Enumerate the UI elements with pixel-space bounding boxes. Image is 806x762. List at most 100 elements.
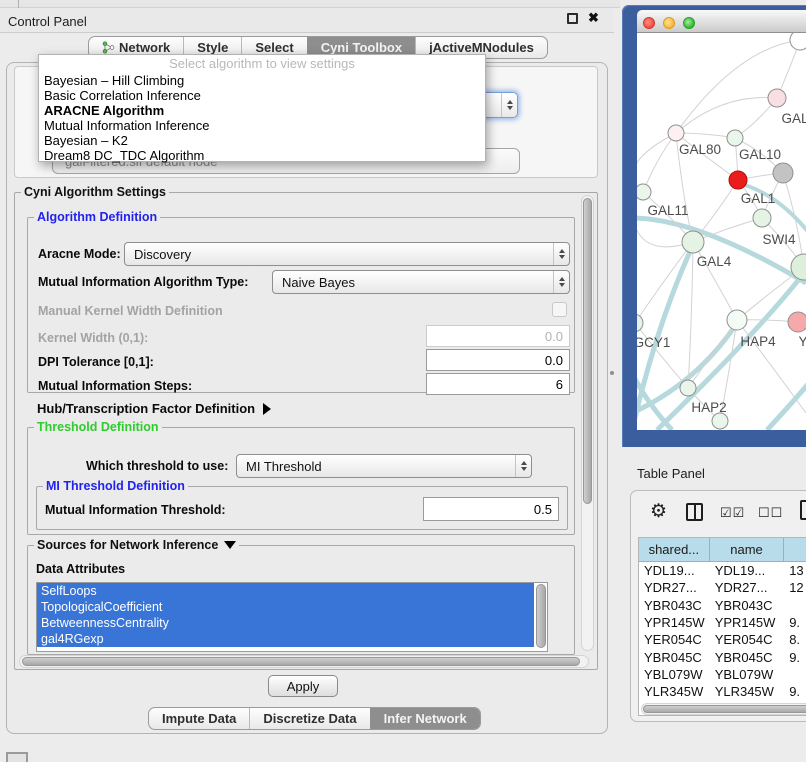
network-node[interactable] (773, 163, 793, 183)
select-all-checkboxes-icon[interactable]: ☑☑ (720, 505, 745, 521)
splitpane-handle[interactable] (610, 371, 614, 375)
network-node-gal[interactable] (768, 89, 786, 107)
algorithm-option[interactable]: Bayesian – Hill Climbing (39, 73, 485, 88)
apply-button[interactable]: Apply (268, 675, 338, 697)
network-node-gal11[interactable] (637, 184, 651, 200)
table-row[interactable]: YER054CYER054C8. (639, 631, 806, 648)
tab-label: Style (197, 40, 228, 55)
data-attributes-list[interactable]: SelfLoopsTopologicalCoefficientBetweenne… (36, 582, 548, 652)
network-node-hap2[interactable] (680, 380, 696, 396)
application-window: Control Panel ✖ NetworkStyleSelectCyni T… (0, 0, 806, 762)
network-node-y[interactable] (788, 312, 806, 332)
algorithm-option[interactable]: Basic Correlation Inference (39, 88, 485, 103)
table-column-header[interactable]: name (710, 538, 785, 562)
network-node-label: GAL10 (739, 147, 781, 162)
hub-tf-label: Hub/Transcription Factor Definition (37, 401, 255, 416)
network-node-gal4[interactable] (682, 231, 704, 253)
network-node-gal1[interactable] (729, 171, 747, 189)
network-node[interactable] (790, 33, 806, 50)
close-panel-icon[interactable]: ✖ (588, 10, 599, 26)
tab-label: Cyni Toolbox (321, 40, 402, 55)
which-threshold-combo[interactable]: MI Threshold (236, 454, 532, 478)
table-cell: YDL19... (710, 562, 785, 579)
close-window-icon[interactable] (643, 17, 655, 29)
table-cell: 9. (784, 614, 806, 631)
sources-group: Sources for Network Inference Data Attri… (27, 545, 575, 655)
node-table[interactable]: shared...name YDL19...YDL19...13YDR27...… (638, 537, 806, 716)
table-cell: 9. (784, 648, 806, 665)
hub-tf-expander[interactable]: Hub/Transcription Factor Definition (37, 401, 271, 416)
network-node-gal10[interactable] (727, 130, 743, 146)
algorithm-option[interactable]: Bayesian – K2 (39, 133, 485, 148)
tab-infer-network[interactable]: Infer Network (370, 708, 480, 729)
table-column-header[interactable] (784, 538, 806, 562)
table-row[interactable]: YPR145WYPR145W9. (639, 614, 806, 631)
table-cell: 12 (784, 579, 806, 596)
mi-threshold-field[interactable]: 0.5 (423, 497, 559, 521)
attr-list-scrollbar[interactable] (536, 584, 546, 648)
settings-vscrollbar-thumb[interactable] (583, 198, 592, 504)
mi-algorithm-type-value: Naive Bayes (273, 275, 553, 290)
algorithm-option[interactable]: Mutual Information Inference (39, 118, 485, 133)
table-row[interactable]: YBL079WYBL079W (639, 666, 806, 683)
dpi-tolerance-field[interactable]: 0.0 (426, 349, 570, 371)
network-node[interactable] (712, 413, 728, 429)
network-node-label: GCY1 (637, 335, 670, 350)
table-hscrollbar-thumb[interactable] (643, 705, 806, 713)
network-node-gal80[interactable] (668, 125, 684, 141)
table-hscrollbar-track[interactable] (641, 703, 806, 715)
kernel-width-field[interactable]: 0.0 (426, 325, 570, 347)
network-node-label: GAL1 (741, 191, 776, 206)
table-row[interactable]: YDL19...YDL19...13 (639, 562, 806, 579)
mi-threshold-value: 0.5 (534, 502, 552, 517)
network-node-hap4[interactable] (727, 310, 747, 330)
algorithm-popup-list: Bayesian – Hill ClimbingBasic Correlatio… (39, 73, 485, 163)
tab-discretize-data[interactable]: Discretize Data (249, 708, 369, 729)
columns-icon[interactable] (686, 503, 703, 521)
data-attribute-item[interactable]: TopologicalCoefficient (37, 599, 534, 615)
table-row[interactable]: YDR27...YDR27...12 (639, 579, 806, 596)
network-view-canvas[interactable]: GALGAL80GAL10GAL1GAL11SWI4GAL4GCY1HAP4YH… (637, 33, 806, 430)
tab-impute-data[interactable]: Impute Data (149, 708, 249, 729)
data-attribute-item[interactable]: BetweennessCentrality (37, 615, 534, 631)
table-row[interactable]: YBR045CYBR045C9. (639, 648, 806, 665)
algorithm-option[interactable]: ARACNE Algorithm (39, 103, 485, 118)
sources-group-title: Sources for Network Inference (34, 538, 239, 552)
aracne-mode-combo[interactable]: Discovery (124, 242, 570, 266)
gear-icon[interactable]: ⚙ (650, 500, 667, 523)
mi-threshold-label: Mutual Information Threshold: (45, 503, 226, 517)
network-node-label: GAL11 (647, 203, 688, 218)
network-icon (102, 41, 115, 54)
mi-steps-field[interactable]: 6 (426, 373, 570, 395)
maximize-window-icon[interactable] (683, 17, 695, 29)
data-attribute-item[interactable]: SelfLoops (37, 583, 534, 599)
settings-hscrollbar-thumb[interactable] (22, 657, 580, 666)
tab-label: Select (255, 40, 293, 55)
table-cell: YLR345W (639, 683, 710, 700)
mi-algorithm-type-combo[interactable]: Naive Bayes (272, 270, 570, 294)
table-column-header[interactable]: shared... (639, 538, 710, 562)
control-panel-title: Control Panel (8, 14, 87, 29)
table-cell: YBR045C (710, 648, 785, 665)
float-panel-icon[interactable] (567, 13, 578, 24)
top-strip (0, 0, 620, 8)
manual-kernel-width-checkbox[interactable] (552, 302, 567, 317)
algorithm-dropdown-popup: Select algorithm to view settings Bayesi… (38, 54, 486, 162)
document-icon[interactable] (800, 500, 806, 520)
algorithm-option[interactable]: Dream8 DC_TDC Algorithm (39, 148, 485, 163)
network-node-label: GAL80 (679, 142, 721, 157)
network-window-titlebar[interactable] (637, 10, 806, 33)
tab-label: jActiveMNodules (429, 40, 534, 55)
data-attribute-item[interactable]: gal4RGexp (37, 631, 534, 647)
network-node-gcy1[interactable] (637, 314, 643, 332)
minimized-panel-icon[interactable] (6, 752, 28, 762)
table-cell (784, 597, 806, 614)
deselect-all-checkboxes-icon[interactable]: ☐☐ (758, 505, 783, 521)
minimize-window-icon[interactable] (663, 17, 675, 29)
table-row[interactable]: YLR345WYLR345W9. (639, 683, 806, 700)
cyni-bottom-tabbar: Impute DataDiscretize DataInfer Network (148, 707, 481, 730)
settings-hscrollbar-track[interactable] (19, 655, 589, 668)
settings-vscrollbar-track[interactable] (581, 195, 594, 651)
network-node-swi4[interactable] (753, 209, 771, 227)
table-row[interactable]: YBR043CYBR043C (639, 597, 806, 614)
